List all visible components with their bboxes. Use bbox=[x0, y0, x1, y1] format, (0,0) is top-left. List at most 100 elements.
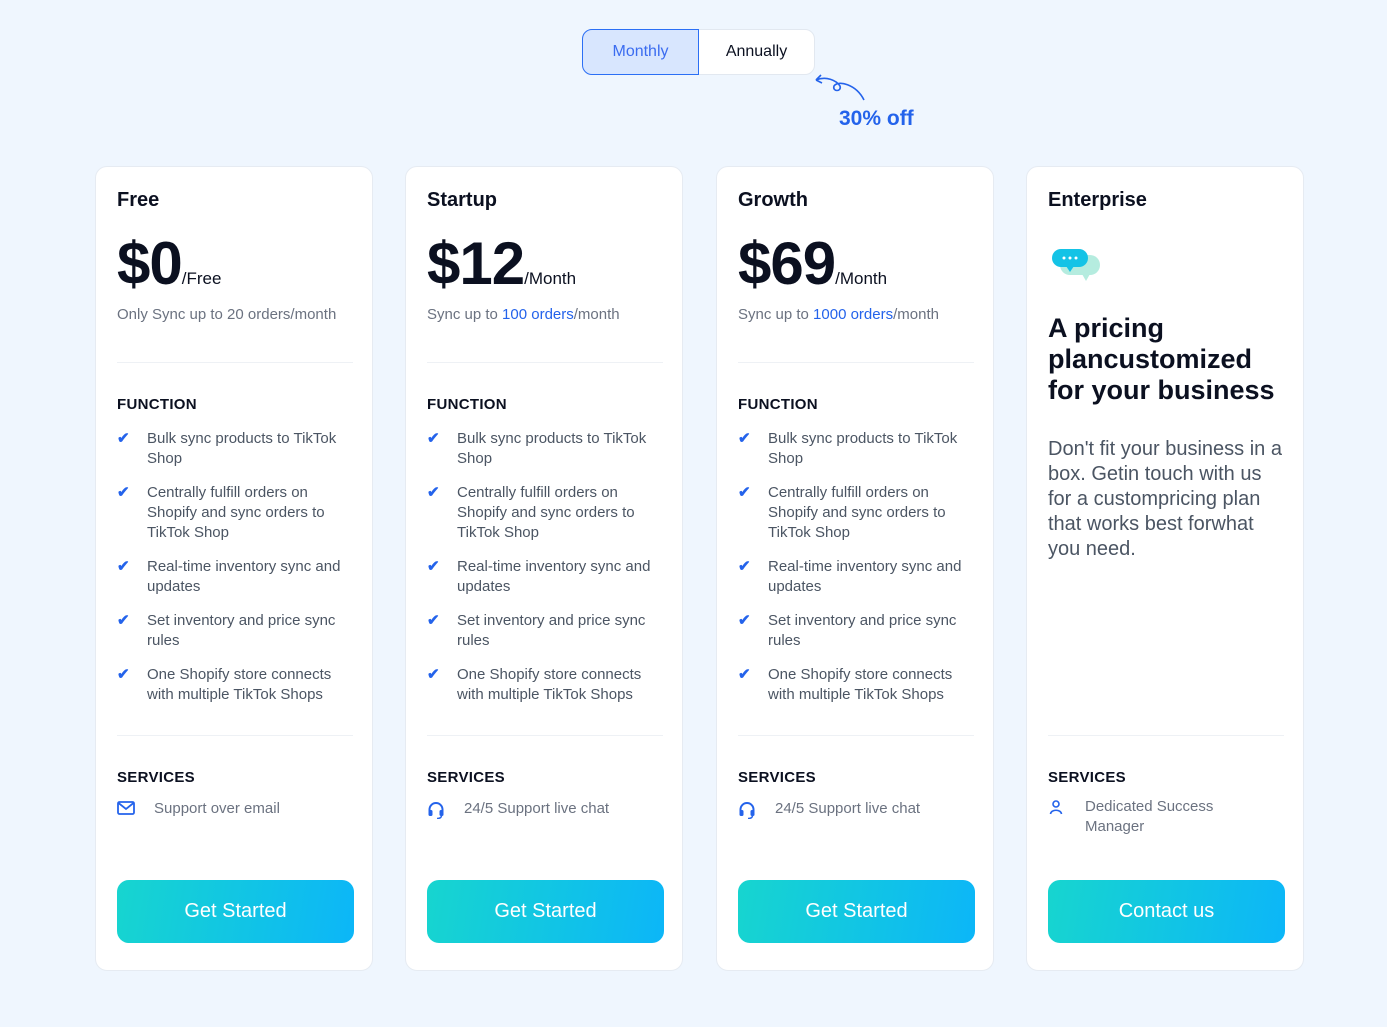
price-amount: $0 bbox=[117, 230, 183, 297]
feature-text: Real-time inventory sync and updates bbox=[147, 558, 341, 595]
discount-label: 30% off bbox=[839, 107, 914, 130]
price-period: /Month bbox=[524, 269, 577, 288]
divider bbox=[1048, 735, 1284, 736]
feature-text: Real-time inventory sync and updates bbox=[768, 558, 962, 595]
plan-price: $69/Month bbox=[738, 229, 887, 298]
feature-item: ✔ Real-time inventory sync and updates bbox=[738, 557, 978, 597]
mail-icon bbox=[117, 799, 154, 821]
divider bbox=[427, 735, 663, 736]
price-amount: $69 bbox=[738, 230, 836, 297]
desc-text-end: /month bbox=[573, 306, 620, 323]
feature-text: One Shopify store connects with multiple… bbox=[457, 666, 642, 703]
feature-list: ✔ Bulk sync products to TikTok Shop ✔ Centr… bbox=[117, 429, 357, 719]
check-icon: ✔ bbox=[738, 612, 751, 629]
divider bbox=[738, 362, 974, 363]
divider bbox=[117, 362, 353, 363]
plan-card-free: Free $0/Free Only Sync up to 20 orders/m… bbox=[95, 166, 373, 971]
services-heading: SERVICES bbox=[1048, 769, 1126, 786]
service-text: Support over email bbox=[154, 800, 280, 817]
feature-text: Bulk sync products to TikTok Shop bbox=[768, 430, 958, 467]
check-icon: ✔ bbox=[117, 484, 130, 501]
feature-text: Real-time inventory sync and updates bbox=[457, 558, 651, 595]
feature-item: ✔ One Shopify store connects with multipl… bbox=[738, 665, 978, 705]
feature-item: ✔ One Shopify store connects with multipl… bbox=[117, 665, 357, 705]
service-item: Support over email bbox=[117, 799, 353, 821]
plan-description: Sync up to 100 orders/month bbox=[427, 305, 663, 325]
plan-name: Enterprise bbox=[1048, 189, 1147, 211]
divider bbox=[738, 735, 974, 736]
get-started-button[interactable]: Get Started bbox=[738, 880, 975, 943]
desc-text: Sync up to bbox=[427, 306, 503, 323]
feature-item: ✔ One Shopify store connects with multipl… bbox=[427, 665, 667, 705]
feature-item: ✔ Centrally fulfill orders on Shopify and… bbox=[117, 483, 357, 543]
services-heading: SERVICES bbox=[738, 769, 816, 786]
headset-icon bbox=[427, 799, 464, 825]
feature-item: ✔ Real-time inventory sync and updates bbox=[427, 557, 667, 597]
feature-list: ✔ Bulk sync products to TikTok Shop ✔ Centr… bbox=[427, 429, 667, 719]
get-started-button[interactable]: Get Started bbox=[427, 880, 664, 943]
feature-item: ✔ Set inventory and price sync rules bbox=[117, 611, 357, 651]
chat-bubbles-icon bbox=[1052, 249, 1100, 281]
feature-item: ✔ Bulk sync products to TikTok Shop bbox=[738, 429, 978, 469]
enterprise-title: A pricing plancustomized for your busine… bbox=[1048, 313, 1275, 405]
check-icon: ✔ bbox=[738, 484, 751, 501]
desc-highlight: 1000 orders bbox=[813, 306, 894, 323]
feature-item: ✔ Set inventory and price sync rules bbox=[738, 611, 978, 651]
check-icon: ✔ bbox=[427, 666, 440, 683]
feature-text: Centrally fulfill orders on Shopify and … bbox=[768, 484, 946, 541]
billing-toggle: Monthly Annually bbox=[582, 29, 815, 75]
feature-text: Set inventory and price sync rules bbox=[457, 612, 646, 649]
service-text: 24/5 Support live chat bbox=[464, 800, 610, 817]
service-text: Dedicated Success Manager bbox=[1085, 798, 1214, 835]
headset-icon bbox=[738, 799, 775, 825]
check-icon: ✔ bbox=[427, 430, 440, 447]
service-item: 24/5 Support live chat bbox=[738, 799, 974, 825]
user-icon bbox=[1048, 797, 1085, 837]
function-heading: FUNCTION bbox=[738, 396, 818, 413]
feature-item: ✔ Real-time inventory sync and updates bbox=[117, 557, 357, 597]
plan-name: Startup bbox=[427, 189, 497, 211]
annually-option[interactable]: Annually bbox=[699, 30, 814, 74]
feature-item: ✔ Bulk sync products to TikTok Shop bbox=[117, 429, 357, 469]
feature-text: One Shopify store connects with multiple… bbox=[768, 666, 953, 703]
feature-text: Centrally fulfill orders on Shopify and … bbox=[457, 484, 635, 541]
feature-text: Bulk sync products to TikTok Shop bbox=[147, 430, 337, 467]
monthly-option[interactable]: Monthly bbox=[582, 29, 699, 75]
feature-item: ✔ Centrally fulfill orders on Shopify and… bbox=[427, 483, 667, 543]
plan-price: $0/Free bbox=[117, 229, 221, 298]
plan-description: Only Sync up to 20 orders/month bbox=[117, 305, 353, 325]
check-icon: ✔ bbox=[427, 612, 440, 629]
check-icon: ✔ bbox=[117, 558, 130, 575]
price-amount: $12 bbox=[427, 230, 525, 297]
feature-text: Set inventory and price sync rules bbox=[147, 612, 336, 649]
plan-description: Sync up to 1000 orders/month bbox=[738, 305, 974, 325]
feature-list: ✔ Bulk sync products to TikTok Shop ✔ Centr… bbox=[738, 429, 978, 719]
feature-text: Set inventory and price sync rules bbox=[768, 612, 957, 649]
service-item: Dedicated Success Manager bbox=[1048, 797, 1248, 837]
plan-name: Free bbox=[117, 189, 160, 211]
feature-item: ✔ Set inventory and price sync rules bbox=[427, 611, 667, 651]
service-item: 24/5 Support live chat bbox=[427, 799, 663, 825]
check-icon: ✔ bbox=[427, 558, 440, 575]
price-period: /Free bbox=[181, 269, 222, 288]
divider bbox=[427, 362, 663, 363]
feature-item: ✔ Bulk sync products to TikTok Shop bbox=[427, 429, 667, 469]
enterprise-description: Don't fit your business in a box. Getin … bbox=[1048, 438, 1282, 560]
check-icon: ✔ bbox=[427, 484, 440, 501]
check-icon: ✔ bbox=[738, 558, 751, 575]
plan-card-growth: Growth $69/Month Sync up to 1000 orders/… bbox=[716, 166, 994, 971]
service-text: 24/5 Support live chat bbox=[775, 800, 921, 817]
desc-text: Only Sync up to 20 orders/month bbox=[117, 306, 337, 323]
desc-highlight: 100 orders bbox=[502, 306, 574, 323]
check-icon: ✔ bbox=[738, 666, 751, 683]
feature-text: Centrally fulfill orders on Shopify and … bbox=[147, 484, 325, 541]
services-heading: SERVICES bbox=[117, 769, 195, 786]
contact-us-button[interactable]: Contact us bbox=[1048, 880, 1285, 943]
plan-card-enterprise: Enterprise A pricing plancustomized for … bbox=[1026, 166, 1304, 971]
function-heading: FUNCTION bbox=[117, 396, 197, 413]
check-icon: ✔ bbox=[738, 430, 751, 447]
feature-text: One Shopify store connects with multiple… bbox=[147, 666, 332, 703]
services-heading: SERVICES bbox=[427, 769, 505, 786]
function-heading: FUNCTION bbox=[427, 396, 507, 413]
get-started-button[interactable]: Get Started bbox=[117, 880, 354, 943]
